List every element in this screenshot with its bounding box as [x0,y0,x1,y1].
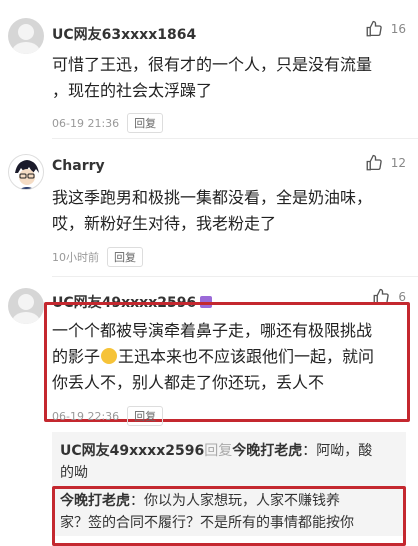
comment-time: 06-19 22:36 [52,409,120,423]
comment-line: 你丢人不，别人都走了你还玩，丢人不 [52,373,325,392]
comment-meta: 06-19 22:36 回复 [52,406,164,426]
comment-text: 我这季跑男和极挑一集都没看，全是奶油味， 哎，新粉好生对待，我老粉走了 [52,185,407,237]
comment-line: 的影子 王迅本来也不应该跟他们一起，就问 [52,347,375,366]
comment-text: 一个个都被导演牵着鼻子走，哪还有极限挑战 的影子 王迅本来也不应该跟他们一起，就问… [52,318,407,396]
reply-button[interactable]: 回复 [107,247,143,267]
user-avatar-icon[interactable] [8,154,44,190]
thumbs-up-icon [366,154,382,171]
sweat-smile-emoji-icon [101,348,118,364]
user-avatar-icon[interactable] [8,288,44,324]
comment-line: 一个个都被导演牵着鼻子走，哪还有极限挑战 [52,321,373,340]
reply-target[interactable]: 今晚打老虎 [232,443,302,459]
comment-item: Charry 12 我这季跑男和极挑一集都没看，全是奶油味， 哎，新粉好生对待，… [0,140,418,282]
comment-line: 哎，新粉好生对待，我老粉走了 [52,214,277,233]
divider [52,138,418,139]
like-button[interactable]: 16 [365,20,406,38]
comment-time: 10小时前 [52,251,99,264]
comment-username[interactable]: UC网友63xxxx1864 [52,24,196,44]
comment-text: 可惜了王迅，很有才的一个人，只是没有流量 ，现在的社会太浮躁了 [52,52,407,104]
thumbs-up-icon [366,20,382,37]
like-button[interactable]: 12 [365,154,406,172]
comment-line: 我这季跑男和极挑一集都没看，全是奶油味， [52,188,373,207]
comment-item: UC网友63xxxx1864 16 可惜了王迅，很有才的一个人，只是没有流量 ，… [0,0,418,140]
comment-meta: 06-19 21:36 回复 [52,113,164,133]
reply-text: ：阿呦，酸 [302,443,373,459]
reply-author[interactable]: UC网友49xxxx2596 [60,443,204,459]
comment-time: 06-19 21:36 [52,116,120,130]
reply-button[interactable]: 回复 [127,406,164,426]
reply-item[interactable]: UC网友49xxxx2596回复今晚打老虎：阿呦，酸 的呦 [60,440,400,484]
reply-tag: 回复 [204,443,233,459]
comment-meta: 10小时前 回复 [52,247,143,267]
reply-button[interactable]: 回复 [127,113,164,133]
like-count: 12 [390,156,406,170]
like-count: 16 [390,22,406,36]
reply-text: 的呦 [60,465,88,481]
comment-item: UC网友49xxxx2596 6 一个个都被导演牵着鼻子走，哪还有极限挑战 的影… [0,282,418,546]
user-avatar-icon[interactable] [8,18,44,54]
divider [52,276,418,277]
comment-line: 可惜了王迅，很有才的一个人，只是没有流量 [52,55,373,74]
comment-line: ，现在的社会太浮躁了 [52,81,213,100]
comment-username[interactable]: Charry [52,158,105,174]
highlight-box [52,486,406,546]
